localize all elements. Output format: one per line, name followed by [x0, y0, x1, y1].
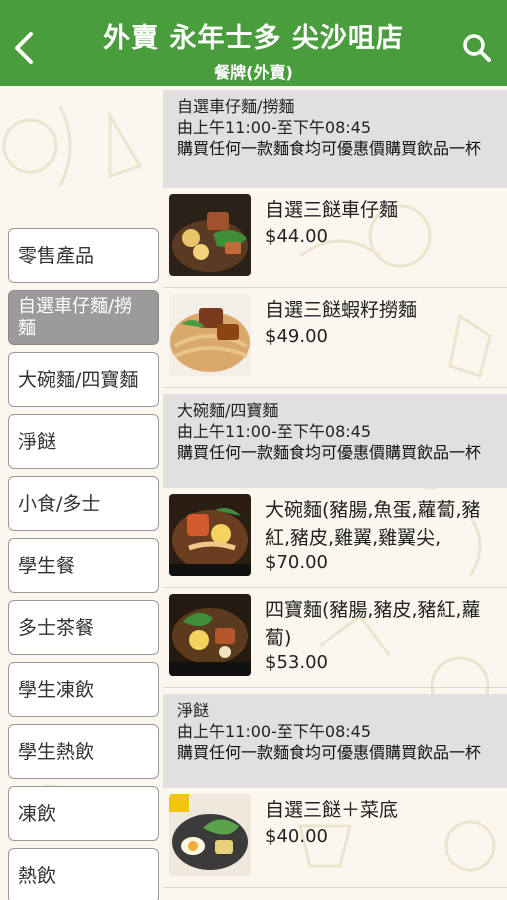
section-title: 淨餸 [177, 701, 210, 720]
back-arrow-icon [15, 32, 33, 64]
category-toppings-only[interactable]: 淨餸 [8, 414, 159, 469]
category-big-bowl-noodles[interactable]: 大碗麵/四寶麵 [8, 352, 159, 407]
section-header: 自選車仔麵/撈麵 由上午11:00-至下午08:45 購買任何一款麵食均可優惠價… [163, 90, 507, 188]
menu-list: 自選車仔麵/撈麵 由上午11:00-至下午08:45 購買任何一款麵食均可優惠價… [163, 86, 507, 900]
menu-item[interactable]: 自選三餸＋菜底 $40.00 [163, 788, 507, 888]
category-retail-products[interactable]: 零售產品 [8, 228, 159, 283]
menu-item[interactable]: 四寶麵(豬腸,豬皮,豬紅,蘿蔔) $53.00 [163, 588, 507, 688]
category-toast-tea-set[interactable]: 多士茶餐 [8, 600, 159, 655]
category-student-hot-drinks[interactable]: 學生熱飲 [8, 724, 159, 779]
dish-photo [169, 194, 251, 276]
category-student-cold-drinks[interactable]: 學生凍飲 [8, 662, 159, 717]
page-subtitle: 餐牌(外賣) [214, 63, 293, 82]
back-button[interactable] [6, 24, 42, 72]
section-hours: 由上午11:00-至下午08:45 [177, 722, 371, 741]
menu-item[interactable]: 自選三餸車仔麵 $44.00 [163, 188, 507, 288]
category-cold-drinks[interactable]: 凍飲 [8, 786, 159, 841]
section-title: 自選車仔麵/撈麵 [177, 97, 295, 116]
dish-photo [169, 294, 251, 376]
section-hours: 由上午11:00-至下午08:45 [177, 118, 371, 137]
item-name: 自選三餸蝦籽撈麵 [265, 299, 418, 321]
section-title: 大碗麵/四寶麵 [177, 401, 279, 420]
menu-item[interactable]: 大碗麵(豬腸,魚蛋,蘿蔔,豬紅,豬皮,雞翼,雞翼尖, $70.00 [163, 488, 507, 588]
category-custom-noodles[interactable]: 自選車仔麵/撈麵 [8, 290, 159, 345]
section-header: 大碗麵/四寶麵 由上午11:00-至下午08:45 購買任何一款麵食均可優惠價購… [163, 394, 507, 488]
item-name: 四寶麵(豬腸,豬皮,豬紅,蘿蔔) [265, 599, 481, 649]
item-price: $53.00 [265, 652, 328, 673]
section-note: 購買任何一款麵食均可優惠價購買飲品一杯 [177, 443, 482, 462]
item-name: 大碗麵(豬腸,魚蛋,蘿蔔,豬紅,豬皮,雞翼,雞翼尖, [265, 499, 481, 549]
item-price: $40.00 [265, 826, 328, 847]
dish-photo [169, 594, 251, 676]
item-price: $49.00 [265, 326, 328, 347]
category-snacks-toast[interactable]: 小食/多士 [8, 476, 159, 531]
item-price: $44.00 [265, 226, 328, 247]
menu-item[interactable]: 自選三餸蝦籽撈麵 $49.00 [163, 288, 507, 388]
app-header: 外賣 永年士多 尖沙咀店 餐牌(外賣) [0, 0, 507, 86]
search-icon [463, 34, 491, 62]
item-price: $70.00 [265, 552, 328, 573]
section-header: 淨餸 由上午11:00-至下午08:45 購買任何一款麵食均可優惠價購買飲品一杯 [163, 694, 507, 788]
section-hours: 由上午11:00-至下午08:45 [177, 422, 371, 441]
dish-photo [169, 794, 251, 876]
page-title: 外賣 永年士多 尖沙咀店 [103, 23, 404, 54]
category-hot-drinks[interactable]: 熱飲 [8, 848, 159, 900]
item-name: 自選三餸車仔麵 [265, 199, 399, 221]
item-name: 自選三餸＋菜底 [265, 799, 399, 821]
category-sidebar: 零售產品 自選車仔麵/撈麵 大碗麵/四寶麵 淨餸 小食/多士 學生餐 多士茶餐 … [0, 86, 163, 900]
search-button[interactable] [457, 28, 497, 68]
category-student-meal[interactable]: 學生餐 [8, 538, 159, 593]
section-note: 購買任何一款麵食均可優惠價購買飲品一杯 [177, 743, 482, 762]
dish-photo [169, 494, 251, 576]
section-note: 購買任何一款麵食均可優惠價購買飲品一杯 [177, 139, 482, 158]
